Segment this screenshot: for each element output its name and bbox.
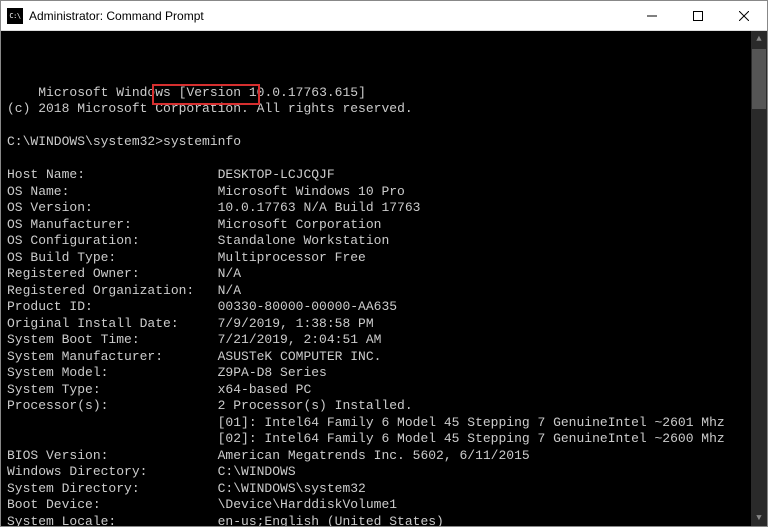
close-button[interactable]	[721, 1, 767, 30]
console-area[interactable]: Microsoft Windows [Version 10.0.17763.61…	[1, 31, 767, 526]
info-row: Host Name:DESKTOP-LCJCQJF	[7, 167, 761, 184]
info-row: System Directory:C:\WINDOWS\system32	[7, 481, 761, 498]
info-label: OS Configuration:	[7, 233, 218, 250]
info-label: OS Version:	[7, 200, 218, 217]
info-row: OS Version:10.0.17763 N/A Build 17763	[7, 200, 761, 217]
info-value: N/A	[218, 283, 241, 298]
info-value: x64-based PC	[218, 382, 312, 397]
minimize-button[interactable]	[629, 1, 675, 30]
info-label: Boot Device:	[7, 497, 218, 514]
maximize-button[interactable]	[675, 1, 721, 30]
info-label: Original Install Date:	[7, 316, 218, 333]
info-row: OS Configuration:Standalone Workstation	[7, 233, 761, 250]
header-line-1: Microsoft Windows [Version 10.0.17763.61…	[38, 85, 366, 100]
systeminfo-output: Host Name:DESKTOP-LCJCQJFOS Name:Microso…	[7, 167, 761, 526]
info-row: System Type:x64-based PC	[7, 382, 761, 399]
info-row: [02]: Intel64 Family 6 Model 45 Stepping…	[7, 431, 761, 448]
titlebar[interactable]: C:\ Administrator: Command Prompt	[1, 1, 767, 31]
info-value: 10.0.17763 N/A Build 17763	[218, 200, 421, 215]
info-row: Boot Device:\Device\HarddiskVolume1	[7, 497, 761, 514]
info-row: OS Manufacturer:Microsoft Corporation	[7, 217, 761, 234]
info-label: OS Name:	[7, 184, 218, 201]
cmd-icon: C:\	[7, 8, 23, 24]
scroll-down-arrow-icon[interactable]: ▼	[751, 510, 767, 526]
scroll-thumb[interactable]	[752, 49, 766, 109]
info-value: Z9PA-D8 Series	[218, 365, 327, 380]
window-controls	[629, 1, 767, 30]
scroll-up-arrow-icon[interactable]: ▲	[751, 31, 767, 47]
info-label: System Model:	[7, 365, 218, 382]
info-row: Registered Owner:N/A	[7, 266, 761, 283]
scrollbar-track[interactable]: ▲ ▼	[751, 31, 767, 526]
info-value: \Device\HarddiskVolume1	[218, 497, 397, 512]
info-value: DESKTOP-LCJCQJF	[218, 167, 335, 182]
info-value: N/A	[218, 266, 241, 281]
prompt-path: C:\WINDOWS\system32>	[7, 134, 163, 149]
info-value: Microsoft Windows 10 Pro	[218, 184, 405, 199]
info-row: System Locale:en-us;English (United Stat…	[7, 514, 761, 527]
info-label: Windows Directory:	[7, 464, 218, 481]
info-value: Multiprocessor Free	[218, 250, 366, 265]
window-title: Administrator: Command Prompt	[29, 9, 629, 23]
header-line-2: (c) 2018 Microsoft Corporation. All righ…	[7, 101, 413, 116]
info-row: [01]: Intel64 Family 6 Model 45 Stepping…	[7, 415, 761, 432]
info-value: [01]: Intel64 Family 6 Model 45 Stepping…	[218, 415, 725, 430]
info-value: C:\WINDOWS	[218, 464, 296, 479]
info-label: System Directory:	[7, 481, 218, 498]
info-label: BIOS Version:	[7, 448, 218, 465]
info-row: OS Build Type:Multiprocessor Free	[7, 250, 761, 267]
info-row: Windows Directory:C:\WINDOWS	[7, 464, 761, 481]
info-value: en-us;English (United States)	[218, 514, 444, 527]
info-label: Host Name:	[7, 167, 218, 184]
info-row: Original Install Date:7/9/2019, 1:38:58 …	[7, 316, 761, 333]
info-row: Registered Organization:N/A	[7, 283, 761, 300]
info-value: 2 Processor(s) Installed.	[218, 398, 413, 413]
info-value: 00330-80000-00000-AA635	[218, 299, 397, 314]
command-prompt-window: C:\ Administrator: Command Prompt Micros…	[0, 0, 768, 527]
info-label: Product ID:	[7, 299, 218, 316]
info-label: OS Manufacturer:	[7, 217, 218, 234]
info-label: System Locale:	[7, 514, 218, 527]
info-label: System Manufacturer:	[7, 349, 218, 366]
info-label: Registered Owner:	[7, 266, 218, 283]
info-value: 7/9/2019, 1:38:58 PM	[218, 316, 374, 331]
info-label: Registered Organization:	[7, 283, 218, 300]
info-row: BIOS Version:American Megatrends Inc. 56…	[7, 448, 761, 465]
info-row: OS Name:Microsoft Windows 10 Pro	[7, 184, 761, 201]
info-value: ASUSTeK COMPUTER INC.	[218, 349, 382, 364]
info-value: C:\WINDOWS\system32	[218, 481, 366, 496]
info-value: Microsoft Corporation	[218, 217, 382, 232]
info-label: OS Build Type:	[7, 250, 218, 267]
info-value: Standalone Workstation	[218, 233, 390, 248]
info-value: 7/21/2019, 2:04:51 AM	[218, 332, 382, 347]
info-row: System Manufacturer:ASUSTeK COMPUTER INC…	[7, 349, 761, 366]
info-value: American Megatrends Inc. 5602, 6/11/2015	[218, 448, 530, 463]
info-label: Processor(s):	[7, 398, 218, 415]
info-value: [02]: Intel64 Family 6 Model 45 Stepping…	[218, 431, 725, 446]
info-label: System Type:	[7, 382, 218, 399]
info-row: System Boot Time:7/21/2019, 2:04:51 AM	[7, 332, 761, 349]
prompt-command: systeminfo	[163, 134, 241, 149]
info-row: Processor(s):2 Processor(s) Installed.	[7, 398, 761, 415]
info-label: System Boot Time:	[7, 332, 218, 349]
info-row: Product ID:00330-80000-00000-AA635	[7, 299, 761, 316]
info-row: System Model:Z9PA-D8 Series	[7, 365, 761, 382]
